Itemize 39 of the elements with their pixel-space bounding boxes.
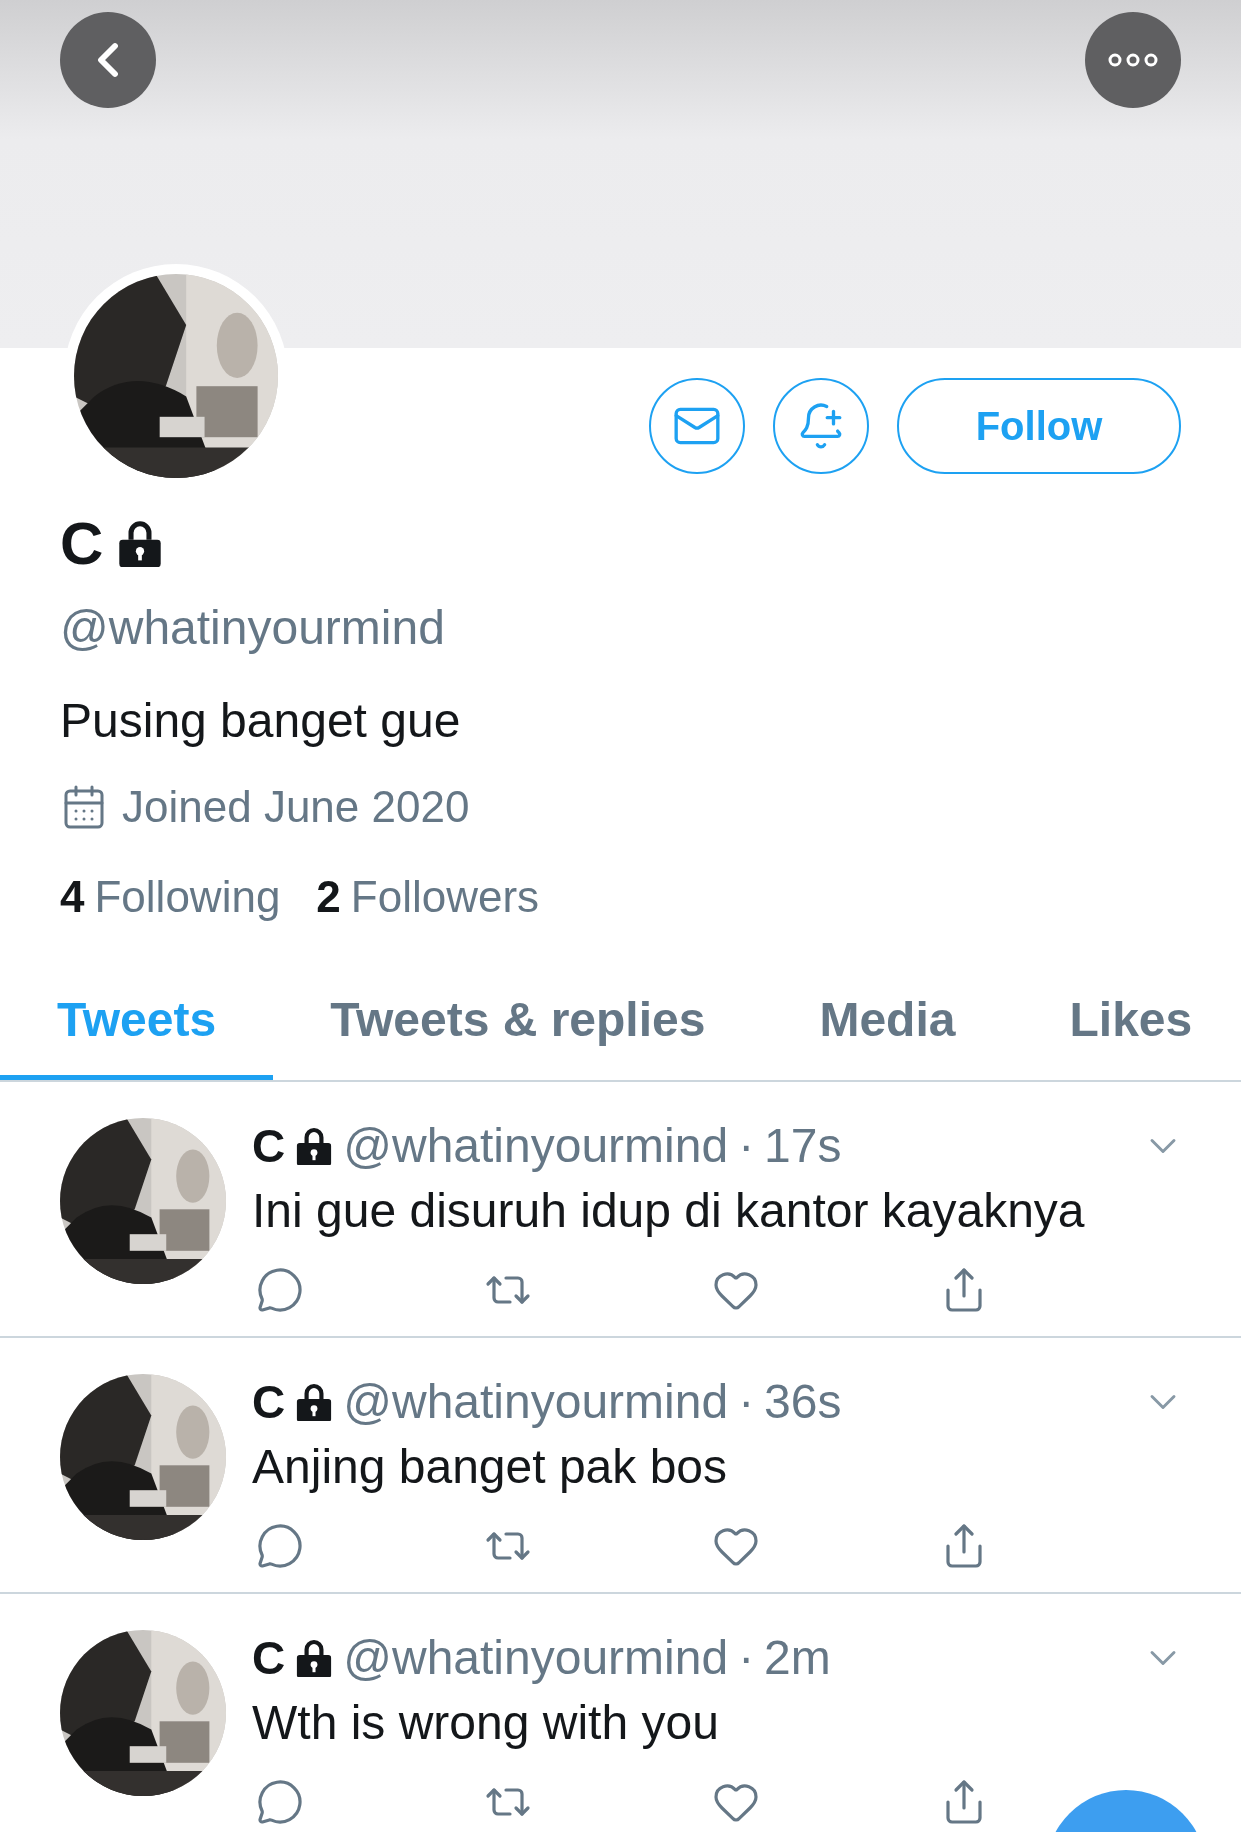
reply-button[interactable] (256, 1266, 304, 1314)
tweet-text: Ini gue disuruh idup di kantor kayaknya (252, 1183, 1086, 1238)
reply-icon (256, 1522, 304, 1570)
tweet-author-name: C (252, 1118, 286, 1173)
reply-button[interactable] (256, 1778, 304, 1826)
profile-handle: @whatinyourmind (60, 600, 446, 655)
lock-icon (295, 1381, 334, 1422)
tweet-text: Anjing banget pak bos (252, 1439, 729, 1494)
follow-button[interactable]: Follow (897, 378, 1181, 474)
tweet-time: 2m (764, 1630, 831, 1685)
tweet-text: Wth is wrong with you (252, 1695, 720, 1750)
followers-label[interactable]: Followers (350, 872, 540, 921)
tweet-author-name: C (252, 1630, 286, 1685)
joined-date: Joined June 2020 (122, 782, 470, 832)
lock-icon (295, 1637, 334, 1678)
lock-icon (295, 1125, 334, 1166)
profile-bio: Pusing banget gue (60, 693, 462, 748)
profile-tab[interactable]: Likes (1012, 972, 1241, 1080)
tweet-author-name: C (252, 1374, 286, 1429)
followers-count[interactable]: 2 (316, 872, 341, 921)
tweet-time: 17s (764, 1118, 842, 1173)
lock-icon (117, 518, 164, 568)
tweet-handle: @whatinyourmind (343, 1374, 729, 1429)
separator-dot: · (738, 1630, 755, 1685)
profile-tab[interactable]: Tweets & replies (273, 972, 763, 1080)
following-label[interactable]: Following (94, 872, 281, 921)
profile-tab[interactable]: Tweets (0, 972, 274, 1080)
reply-icon (256, 1778, 304, 1826)
reply-button[interactable] (256, 1522, 304, 1570)
reply-icon (256, 1266, 304, 1314)
more-icon (1107, 52, 1159, 68)
following-count[interactable]: 4 (60, 872, 85, 921)
profile-name: C (60, 508, 104, 578)
separator-dot: · (738, 1374, 755, 1429)
separator-dot: · (738, 1118, 755, 1173)
profile-tab[interactable]: Media (762, 972, 1013, 1080)
tweet-handle: @whatinyourmind (343, 1630, 729, 1685)
tweet-time: 36s (764, 1374, 842, 1429)
tweet-handle: @whatinyourmind (343, 1118, 729, 1173)
